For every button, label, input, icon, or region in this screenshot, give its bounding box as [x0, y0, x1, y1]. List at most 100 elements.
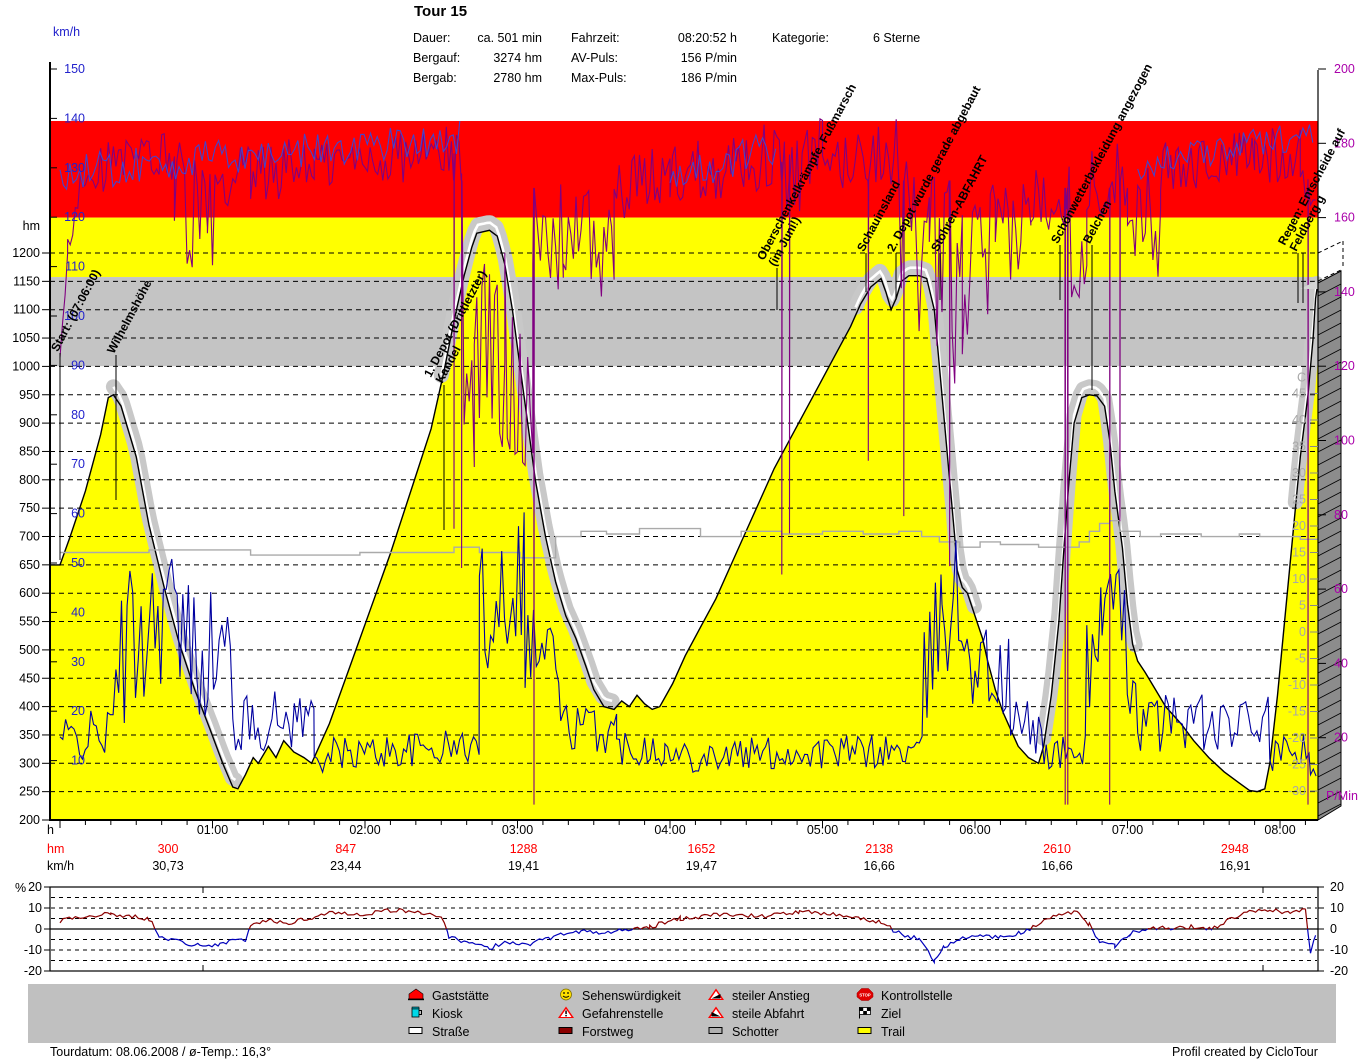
pmin-tick-label: 20: [1334, 731, 1348, 745]
hm-row-value: 847: [335, 842, 356, 856]
hm-tick-label: 1050: [12, 331, 40, 345]
gradient-line-negative: [155, 929, 249, 947]
percent-tick-label: -20: [24, 964, 42, 978]
legend-label: Schotter: [732, 1025, 779, 1039]
ziel-icon: [856, 1006, 874, 1022]
kmh-tick-label: 80: [71, 408, 85, 422]
pmin-tick-label: 140: [1334, 285, 1355, 299]
legend-item: STOPKontrollstelle: [849, 987, 953, 1005]
kmh-tick-label: 30: [71, 655, 85, 669]
steiler-anstieg-icon: [707, 988, 725, 1004]
sehenswuerdigkeit-icon: [557, 988, 575, 1004]
percent-tick-label: 20: [28, 880, 42, 894]
legend-item: Sehenswürdigkeit: [550, 987, 681, 1005]
hm-tick-label: 1150: [13, 274, 40, 288]
kontrollstelle-icon: STOP: [856, 988, 874, 1004]
steile-abfahrt-icon: [707, 1006, 725, 1022]
percent-tick-label: 10: [28, 901, 42, 915]
tour-profile-chart: km/h150140130120110100908070605040302010…: [0, 0, 1366, 1059]
category-label: Kategorie:: [772, 31, 829, 45]
legend-column: steiler Anstiegsteile AbfahrtSchotter: [700, 987, 810, 1041]
svg-text:STOP: STOP: [859, 992, 871, 997]
percent-tick-label: -20: [1330, 964, 1348, 978]
hour-tick-label: 02:00: [349, 823, 380, 837]
percent-axis-title: %: [15, 881, 26, 895]
pmin-tick-label: 60: [1334, 582, 1348, 596]
celsius-tick-label: -10: [1288, 678, 1306, 692]
hm-tick-label: 400: [19, 700, 40, 714]
legend-item: Gaststätte: [400, 987, 489, 1005]
hm-tick-label: 950: [19, 388, 40, 402]
hm-tick-label: 1100: [13, 303, 40, 317]
kmh-row-label: km/h: [47, 859, 74, 873]
hour-tick-label: 05:00: [807, 823, 838, 837]
kmh-tick-label: 120: [64, 210, 85, 224]
schotter-icon: [707, 1024, 725, 1040]
page-title: Tour 15: [414, 3, 467, 20]
duration-label: Dauer:: [413, 31, 451, 45]
celsius-tick-label: 10: [1292, 572, 1306, 586]
avpulse-label: AV-Puls:: [571, 51, 618, 65]
hm-tick-label: 600: [19, 586, 40, 600]
legend-item: Schotter: [700, 1023, 810, 1041]
kmh-row-value: 16,66: [864, 859, 895, 873]
kmh-tick-label: 20: [71, 704, 85, 718]
kmh-row-value: 19,41: [508, 859, 539, 873]
time-axis-title: h: [47, 823, 54, 837]
hm-tick-label: 250: [19, 785, 40, 799]
duration-value: ca. 501 min: [452, 31, 542, 45]
hm-tick-label: 350: [19, 728, 40, 742]
gradient-line-positive: [641, 910, 892, 929]
percent-tick-label: 0: [1330, 922, 1337, 936]
hm-tick-label: 900: [19, 416, 40, 430]
kmh-row-value: 16,91: [1219, 859, 1250, 873]
gradient-line-positive: [1031, 911, 1093, 929]
gradient-line-negative: [1211, 929, 1212, 930]
hour-tick-label: 01:00: [197, 823, 228, 837]
kmh-tick-label: 70: [71, 457, 85, 471]
legend-item: Ziel: [849, 1005, 953, 1023]
footer-tourdate: Tourdatum: 08.06.2008 / ø-Temp.: 16,3°: [50, 1045, 271, 1059]
percent-tick-label: 10: [1330, 901, 1344, 915]
kmh-row-value: 19,47: [686, 859, 717, 873]
gradient-line-negative: [1092, 929, 1147, 948]
legend-label: steile Abfahrt: [732, 1007, 804, 1021]
kiosk-icon: [407, 1006, 425, 1022]
pulse-zone-band: [50, 277, 1318, 366]
gradient-line-negative: [892, 929, 1031, 963]
legend-item: Kiosk: [400, 1005, 489, 1023]
hm-tick-label: 750: [19, 501, 40, 515]
pmin-tick-label: 160: [1334, 211, 1355, 225]
avpulse-value: 156 P/min: [647, 51, 737, 65]
legend-label: Trail: [881, 1025, 905, 1039]
celsius-tick-label: 40: [1292, 413, 1306, 427]
hour-tick-label: 03:00: [502, 823, 533, 837]
legend-column: STOPKontrollstelleZiel Trail: [849, 987, 953, 1041]
hm-tick-label: 200: [19, 813, 40, 827]
gradient-line-negative: [1205, 929, 1207, 930]
forstweg-icon: [557, 1024, 575, 1040]
gradient-line-positive: [1174, 925, 1206, 929]
kmh-axis-title: km/h: [53, 25, 80, 39]
legend-label: Kiosk: [432, 1007, 463, 1021]
legend-item: Forstweg: [550, 1023, 681, 1041]
kmh-tick-label: 10: [71, 754, 85, 768]
percent-tick-label: -10: [24, 943, 42, 957]
pmin-tick-label: 200: [1334, 62, 1355, 76]
pmin-axis-title: P/Min: [1326, 789, 1358, 803]
ridetime-value: 08:20:52 h: [647, 31, 737, 45]
hm-row-value: 300: [158, 842, 179, 856]
celsius-tick-label: 45: [1292, 387, 1306, 401]
hm-tick-label: 850: [19, 444, 40, 458]
kmh-row-value: 23,44: [330, 859, 361, 873]
pmin-tick-label: 80: [1334, 508, 1348, 522]
kmh-tick-label: 110: [65, 260, 85, 274]
hm-tick-label: 700: [19, 530, 40, 544]
legend-label: Gaststätte: [432, 989, 489, 1003]
legend-label: Forstweg: [582, 1025, 633, 1039]
kmh-tick-label: 130: [64, 161, 85, 175]
gradient-line-negative: [1170, 929, 1174, 930]
ridetime-label: Fahrzeit:: [571, 31, 620, 45]
celsius-tick-label: 5: [1299, 599, 1306, 613]
pmin-tick-label: 40: [1334, 656, 1348, 670]
